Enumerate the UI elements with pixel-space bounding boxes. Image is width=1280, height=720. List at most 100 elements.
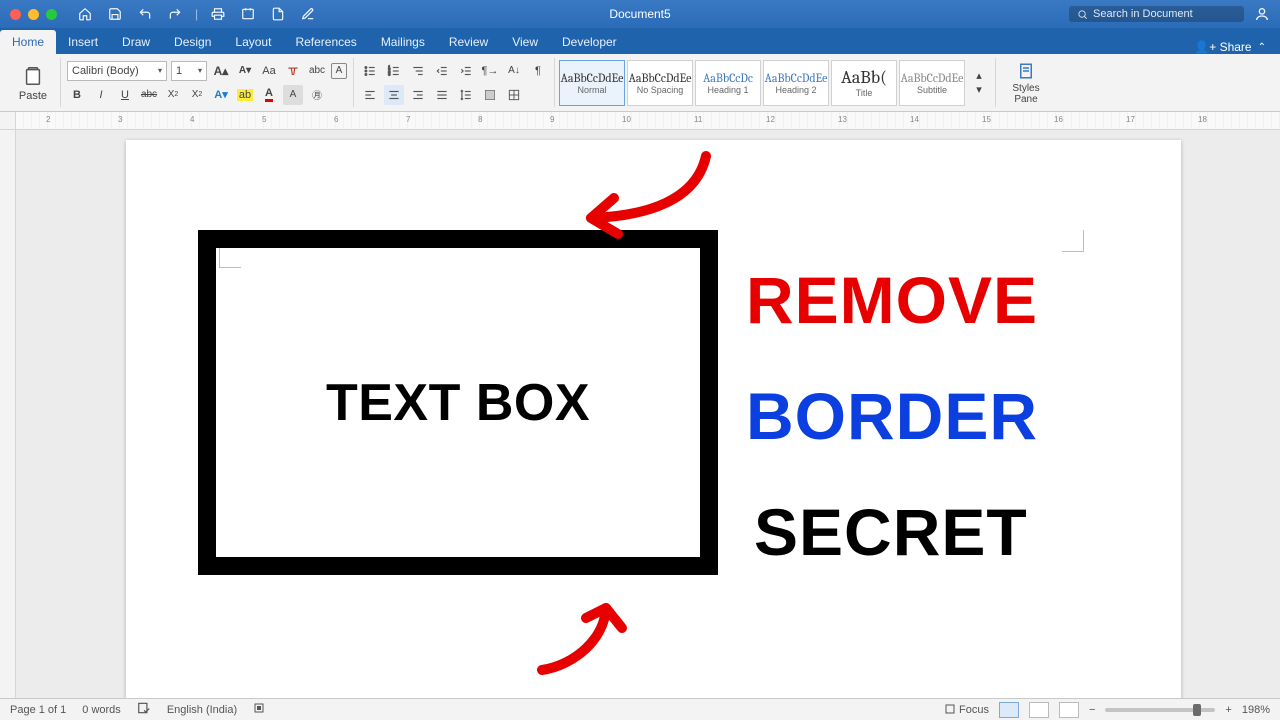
status-bar: Page 1 of 1 0 words English (India) Focu…: [0, 698, 1280, 720]
numbering-button[interactable]: 123: [384, 61, 404, 81]
clipboard-group: Paste: [6, 58, 61, 107]
print-icon[interactable]: [208, 4, 228, 24]
zoom-level-label[interactable]: 198%: [1242, 704, 1270, 716]
style-subtitle[interactable]: AaBbCcDdEeSubtitle: [899, 60, 965, 106]
highlight-button[interactable]: ab: [235, 85, 255, 105]
undo-icon[interactable]: [135, 4, 155, 24]
multilevel-list-button[interactable]: [408, 61, 428, 81]
document-area: TEXT BOX REMOVE BORDER SECRET: [0, 130, 1280, 698]
paste-button[interactable]: Paste: [12, 64, 54, 102]
horizontal-ruler[interactable]: 23456789101112131415161718: [0, 112, 1280, 130]
share-button[interactable]: 👤+ Share: [1194, 40, 1251, 54]
font-name-select[interactable]: Calibri (Body)▾: [67, 61, 167, 81]
redo-icon[interactable]: [165, 4, 185, 24]
phonetic-guide-button[interactable]: abc: [307, 61, 327, 81]
zoom-out-button[interactable]: −: [1089, 704, 1095, 716]
bold-button[interactable]: B: [67, 85, 87, 105]
grow-font-button[interactable]: A▴: [211, 61, 231, 81]
show-marks-button[interactable]: ¶: [528, 61, 548, 81]
align-left-button[interactable]: [360, 85, 380, 105]
character-border-button[interactable]: A: [331, 63, 347, 79]
underline-button[interactable]: U: [115, 85, 135, 105]
ribbon: Paste Calibri (Body)▾ 1▾ A▴ A▾ Aa abc A …: [0, 54, 1280, 112]
quick-access-toolbar: |: [75, 4, 318, 24]
account-icon[interactable]: [1252, 4, 1272, 24]
edit-icon[interactable]: [298, 4, 318, 24]
text-effects-button[interactable]: A▾: [211, 85, 231, 105]
font-group: Calibri (Body)▾ 1▾ A▴ A▾ Aa abc A B I U …: [61, 58, 354, 107]
page: TEXT BOX REMOVE BORDER SECRET: [126, 140, 1181, 698]
zoom-in-button[interactable]: +: [1225, 704, 1231, 716]
increase-indent-button[interactable]: [456, 61, 476, 81]
align-right-button[interactable]: [408, 85, 428, 105]
spellcheck-icon[interactable]: [137, 701, 151, 718]
new-doc-icon[interactable]: [268, 4, 288, 24]
page-count-label[interactable]: Page 1 of 1: [10, 704, 66, 716]
vertical-ruler[interactable]: [0, 130, 16, 698]
strikethrough-button[interactable]: abc: [139, 85, 159, 105]
zoom-slider[interactable]: [1105, 708, 1215, 712]
font-size-select[interactable]: 1▾: [171, 61, 207, 81]
bullets-button[interactable]: [360, 61, 380, 81]
tab-insert[interactable]: Insert: [56, 30, 110, 54]
word-count-label[interactable]: 0 words: [82, 704, 121, 716]
ribbon-collapse-icon[interactable]: ⌃: [1258, 42, 1266, 53]
tab-review[interactable]: Review: [437, 30, 500, 54]
tab-draw[interactable]: Draw: [110, 30, 162, 54]
align-center-button[interactable]: [384, 85, 404, 105]
maximize-window-icon[interactable]: [46, 9, 57, 20]
character-shading-button[interactable]: A: [283, 85, 303, 105]
styles-group: AaBbCcDdEeNormal AaBbCcDdEeNo Spacing Aa…: [555, 58, 996, 107]
tab-references[interactable]: References: [283, 30, 368, 54]
focus-mode-button[interactable]: Focus: [944, 703, 989, 716]
style-no-spacing[interactable]: AaBbCcDdEeNo Spacing: [627, 60, 693, 106]
web-layout-view-button[interactable]: [1029, 702, 1049, 718]
sort-button[interactable]: A↓: [504, 61, 524, 81]
styles-scroll-up-icon[interactable]: ▴: [969, 69, 989, 83]
clear-formatting-button[interactable]: [283, 61, 303, 81]
page-viewport[interactable]: TEXT BOX REMOVE BORDER SECRET: [16, 130, 1280, 698]
home-icon[interactable]: [75, 4, 95, 24]
styles-scroll-down-icon[interactable]: ▾: [969, 83, 989, 97]
print-layout-view-button[interactable]: [999, 702, 1019, 718]
tab-developer[interactable]: Developer: [550, 30, 629, 54]
justify-button[interactable]: [432, 85, 452, 105]
style-normal[interactable]: AaBbCcDdEeNormal: [559, 60, 625, 106]
style-heading-1[interactable]: AaBbCcDcHeading 1: [695, 60, 761, 106]
outline-view-button[interactable]: [1059, 702, 1079, 718]
enclose-characters-button[interactable]: ㊊: [307, 85, 327, 105]
search-icon: [1077, 9, 1088, 20]
tab-view[interactable]: View: [500, 30, 550, 54]
paste-label: Paste: [19, 90, 47, 102]
shrink-font-button[interactable]: A▾: [235, 61, 255, 81]
tab-design[interactable]: Design: [162, 30, 223, 54]
search-placeholder: Search in Document: [1093, 8, 1193, 20]
line-spacing-button[interactable]: [456, 85, 476, 105]
save-icon[interactable]: [105, 4, 125, 24]
change-case-button[interactable]: Aa: [259, 61, 279, 81]
borders-button[interactable]: [504, 85, 524, 105]
margin-corner-icon: [1062, 230, 1084, 252]
styles-pane-button[interactable]: Styles Pane: [1002, 61, 1050, 105]
language-label[interactable]: English (India): [167, 704, 237, 716]
search-input[interactable]: Search in Document: [1069, 6, 1244, 22]
text-box-shape[interactable]: TEXT BOX: [198, 230, 718, 575]
tab-home[interactable]: Home: [0, 30, 56, 54]
style-title[interactable]: AaBb(Title: [831, 60, 897, 106]
decrease-indent-button[interactable]: [432, 61, 452, 81]
font-color-button[interactable]: A: [259, 85, 279, 105]
superscript-button[interactable]: X2: [187, 85, 207, 105]
macro-icon[interactable]: [253, 702, 265, 717]
close-window-icon[interactable]: [10, 9, 21, 20]
ltr-direction-button[interactable]: ¶→: [480, 61, 500, 81]
open-icon[interactable]: [238, 4, 258, 24]
subscript-button[interactable]: X2: [163, 85, 183, 105]
minimize-window-icon[interactable]: [28, 9, 39, 20]
window-controls: [0, 9, 57, 20]
tab-mailings[interactable]: Mailings: [369, 30, 437, 54]
italic-button[interactable]: I: [91, 85, 111, 105]
tab-layout[interactable]: Layout: [223, 30, 283, 54]
shading-button[interactable]: [480, 85, 500, 105]
overlay-word-border: BORDER: [746, 378, 1038, 454]
style-heading-2[interactable]: AaBbCcDdEeHeading 2: [763, 60, 829, 106]
